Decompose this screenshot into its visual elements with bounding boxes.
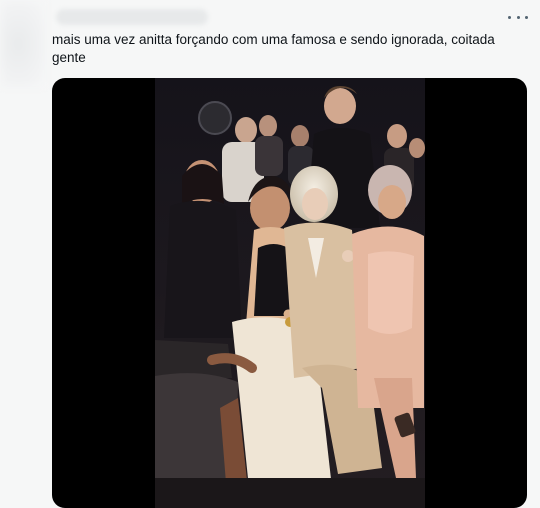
user-avatar[interactable] bbox=[0, 0, 46, 88]
tweet-media-video[interactable] bbox=[52, 78, 527, 508]
more-options-icon[interactable] bbox=[508, 10, 528, 24]
tweet-text: mais uma vez anitta forçando com uma fam… bbox=[52, 32, 495, 65]
video-frame bbox=[155, 78, 425, 508]
user-display-name[interactable] bbox=[56, 9, 208, 25]
